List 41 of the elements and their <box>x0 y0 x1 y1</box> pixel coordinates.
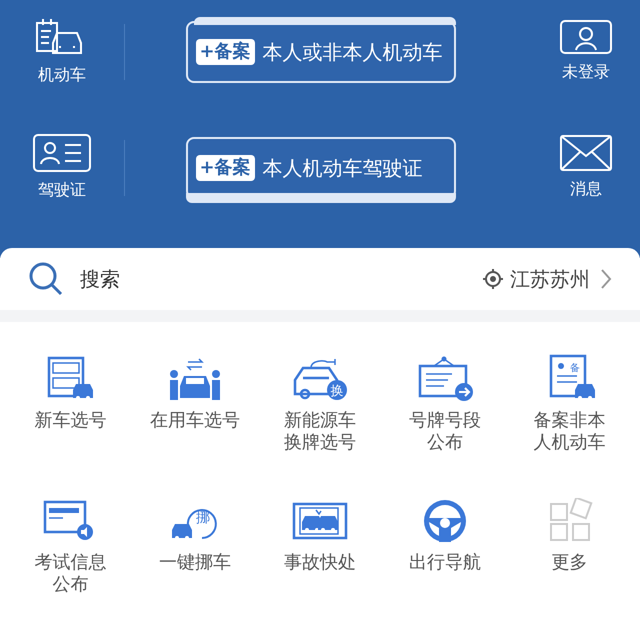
search-placeholder: 搜索 <box>80 266 120 293</box>
service-label: 考试信息 公布 <box>34 552 106 596</box>
location-icon <box>482 268 504 290</box>
shortcut-label: 机动车 <box>38 64 86 86</box>
service-item[interactable]: 挪 一键挪车 <box>132 494 258 596</box>
service-label: 备案非本 人机动车 <box>534 410 606 454</box>
service-item[interactable]: 更多 <box>507 494 632 596</box>
header-shortcut[interactable]: 未登录 <box>536 20 636 84</box>
register-tag: +备案 <box>196 155 255 181</box>
service-item[interactable]: 号牌号段 公布 <box>382 352 508 454</box>
shortcut-label: 未登录 <box>562 61 610 83</box>
user-icon[interactable] <box>560 20 612 54</box>
register-tag: +备案 <box>196 39 255 65</box>
header-shortcut[interactable]: 机动车 <box>0 17 124 87</box>
mail-icon[interactable] <box>560 135 612 171</box>
steering-wheel-icon <box>422 498 468 544</box>
shortcut-label: 驾驶证 <box>38 179 86 201</box>
chevron-right-icon[interactable] <box>600 268 612 290</box>
service-label: 新车选号 <box>34 410 106 432</box>
service-label: 一键挪车 <box>159 552 232 574</box>
banner-text: 本人机动车驾驶证 <box>262 155 423 182</box>
service-label: 事故快处 <box>284 552 356 574</box>
id-card-icon <box>33 134 91 172</box>
service-label: 更多 <box>552 552 588 574</box>
service-label: 号牌号段 公布 <box>408 410 481 454</box>
service-item[interactable]: 新车选号 <box>8 352 133 454</box>
header-shortcut[interactable]: 驾驶证 <box>0 134 124 202</box>
service-item[interactable]: 出行导航 <box>382 494 508 596</box>
location-text[interactable]: 江苏苏州 <box>510 264 590 294</box>
service-item[interactable]: 事故快处 <box>258 494 382 596</box>
header-shortcut[interactable]: 消息 <box>536 135 636 201</box>
shortcut-label: 消息 <box>570 178 602 200</box>
service-label: 在用车选号 <box>150 410 240 432</box>
banner-text: 本人或非本人机动车 <box>262 39 443 66</box>
service-label: 出行导航 <box>408 552 481 574</box>
search-icon <box>28 261 64 297</box>
service-item[interactable]: 在用车选号 <box>132 352 258 454</box>
service-item[interactable]: 考试信息 公布 <box>8 494 133 596</box>
service-item[interactable]: 换 新能源车 换牌选号 <box>258 352 382 454</box>
service-item[interactable]: 备 备案非本 人机动车 <box>507 352 632 454</box>
service-label: 新能源车 换牌选号 <box>284 410 356 454</box>
